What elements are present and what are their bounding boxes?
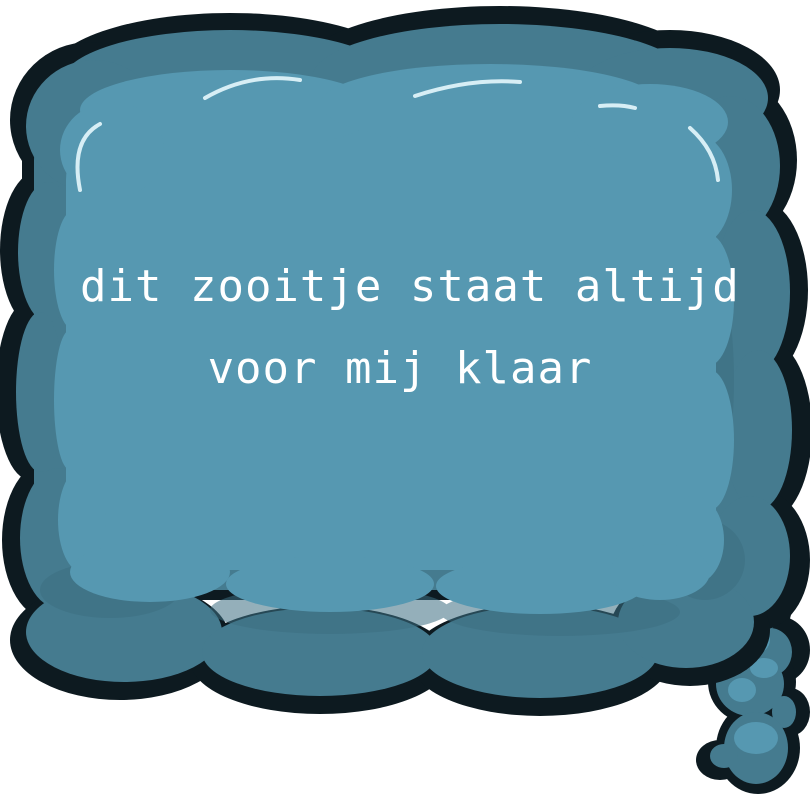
bubble-text-line-1: dit zooitje staat altijd	[80, 261, 740, 312]
thought-bubble-illustration: dit zooitje staat altijd voor mij klaar	[0, 0, 810, 810]
bubble-text: dit zooitje staat altijd voor mij klaar	[80, 246, 740, 410]
bubble-text-line-2: voor mij klaar	[207, 343, 593, 394]
